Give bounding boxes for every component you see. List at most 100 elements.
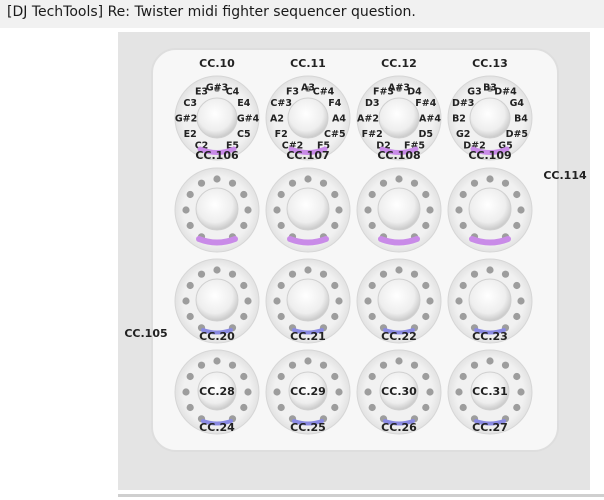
led-dot — [368, 312, 376, 321]
note-label: E2 — [184, 129, 197, 140]
led-dot — [182, 206, 190, 214]
led-dot — [182, 297, 190, 305]
encoder-cc-label: CC.21 — [290, 330, 326, 343]
encoder-knob — [377, 187, 421, 231]
encoder-cc-label: CC.24 — [199, 421, 235, 434]
note-label: C5 — [237, 129, 251, 140]
note-label: F4 — [328, 98, 341, 109]
encoder-cc-label: CC.27 — [472, 421, 508, 434]
note-label: F#4 — [415, 98, 436, 109]
note-label: C3 — [183, 98, 197, 109]
top-cc-label: CC.11 — [290, 57, 326, 70]
led-dot — [364, 388, 372, 396]
led-dot — [470, 179, 479, 187]
encoder-cc-label: CC.25 — [290, 421, 326, 434]
led-dot — [319, 179, 328, 187]
encoder-knob — [468, 278, 512, 322]
led-dot — [273, 206, 281, 214]
led-dot — [379, 270, 388, 278]
led-dot — [410, 179, 419, 187]
knob-cc-label: CC.30 — [381, 385, 417, 398]
top-cc-label: CC.12 — [381, 57, 417, 70]
indicator-arc — [469, 236, 511, 246]
note-label: F#2 — [362, 129, 383, 140]
led-dot — [331, 403, 339, 412]
led-dot — [470, 361, 479, 369]
note-label: F#3 — [373, 87, 394, 98]
led-dot — [455, 388, 463, 396]
led-dot — [501, 179, 510, 187]
encoder-cc-label: CC.23 — [472, 330, 508, 343]
led-dot — [197, 270, 206, 278]
encoder-cc-label: CC.109 — [468, 149, 511, 162]
led-dot — [182, 388, 190, 396]
indicator-arc — [196, 236, 238, 246]
led-dot — [486, 266, 494, 274]
note-label: C#3 — [270, 98, 292, 109]
led-dot — [288, 270, 297, 278]
note-label: A2 — [270, 114, 284, 125]
note-label: A#2 — [357, 114, 379, 125]
led-dot — [395, 266, 403, 274]
led-dot — [459, 221, 467, 230]
led-dot — [513, 312, 521, 321]
note-label: D4 — [407, 87, 422, 98]
led-dot — [422, 221, 430, 230]
led-dot — [486, 357, 494, 365]
led-dot — [319, 361, 328, 369]
led-dot — [395, 175, 403, 183]
led-dot — [244, 206, 252, 214]
led-dot — [501, 361, 510, 369]
led-dot — [513, 281, 521, 290]
encoder-knob — [378, 97, 420, 139]
led-dot — [304, 266, 312, 274]
led-dot — [364, 297, 372, 305]
led-dot — [304, 357, 312, 365]
encoder-cc-label: CC.108 — [377, 149, 420, 162]
encoder-knob — [195, 187, 239, 231]
note-label: G3 — [467, 87, 481, 98]
led-dot — [186, 403, 194, 412]
led-dot — [422, 403, 430, 412]
led-dot — [186, 372, 194, 381]
led-dot — [213, 175, 221, 183]
led-dot — [379, 361, 388, 369]
led-dot — [277, 372, 285, 381]
led-dot — [288, 361, 297, 369]
led-dot — [331, 221, 339, 230]
encoder-knob — [377, 278, 421, 322]
led-dot — [368, 190, 376, 199]
led-dot — [368, 221, 376, 230]
led-dot — [277, 281, 285, 290]
led-dot — [288, 179, 297, 187]
led-dot — [410, 361, 419, 369]
led-dot — [228, 361, 237, 369]
encoder-knob — [195, 278, 239, 322]
encoder-cc-label: CC.26 — [381, 421, 417, 434]
note-label: C4 — [226, 87, 240, 98]
led-dot — [277, 221, 285, 230]
led-dot — [244, 297, 252, 305]
led-dot — [426, 388, 434, 396]
led-dot — [331, 281, 339, 290]
midi-fighter-twister-diagram: CC.10 CC.11 CC.12 CC.13CC.105CC.114G#3C4E4G… — [124, 48, 587, 452]
encoder-cc-label: CC.22 — [381, 330, 417, 343]
led-dot — [368, 372, 376, 381]
led-dot — [335, 206, 343, 214]
encoder-cc-label: CC.20 — [199, 330, 235, 343]
note-label: D#3 — [452, 98, 474, 109]
knob-cc-label: CC.31 — [472, 385, 508, 398]
indicator-arc — [378, 236, 420, 246]
led-dot — [517, 297, 525, 305]
led-dot — [422, 312, 430, 321]
led-dot — [186, 312, 194, 321]
encoder-knob — [469, 97, 511, 139]
led-dot — [197, 361, 206, 369]
top-cc-label: CC.10 — [199, 57, 235, 70]
led-dot — [240, 312, 248, 321]
led-dot — [455, 297, 463, 305]
led-dot — [513, 221, 521, 230]
note-label: A4 — [332, 114, 346, 125]
led-dot — [455, 206, 463, 214]
led-dot — [501, 270, 510, 278]
